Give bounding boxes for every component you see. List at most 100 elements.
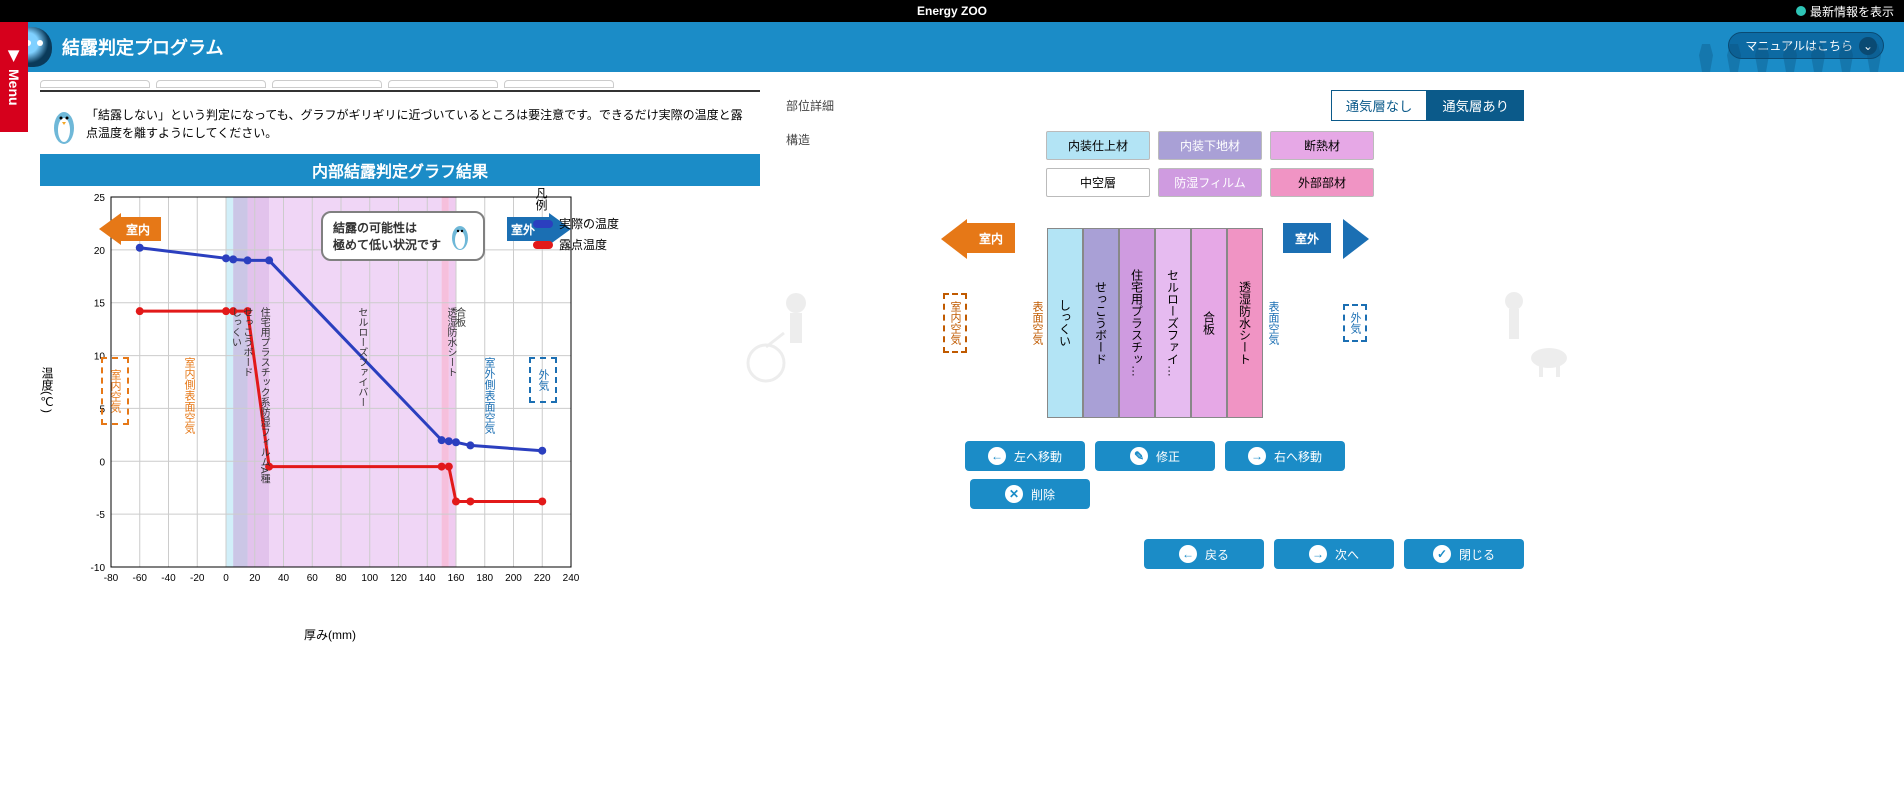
- close-icon: ✕: [1005, 485, 1023, 503]
- svg-text:-80: -80: [104, 573, 119, 584]
- right-panel: 部位詳細 通気層なし 通気層あり 構造 内装仕上材 内装下地材 断熱材 中空層 …: [770, 72, 1540, 804]
- next-button[interactable]: →次へ: [1274, 539, 1394, 569]
- y-axis-label: 温度(℃): [39, 367, 56, 413]
- svg-text:220: 220: [534, 573, 551, 584]
- delete-button[interactable]: ✕削除: [970, 479, 1090, 509]
- wall-layer[interactable]: しっくい: [1047, 228, 1083, 418]
- latest-info-label: 最新情報を表示: [1810, 3, 1894, 20]
- wall-layer[interactable]: 合板: [1191, 228, 1227, 418]
- edit-button[interactable]: ✎修正: [1095, 441, 1215, 471]
- menu-tab[interactable]: ▶ Menu: [0, 22, 28, 132]
- wall-layer[interactable]: 透湿防水シート: [1227, 228, 1263, 418]
- category-row: 中空層 防湿フィルム 外部部材: [1046, 168, 1524, 197]
- indoor-arrow: 室内: [967, 223, 1027, 253]
- tab[interactable]: [156, 80, 266, 88]
- svg-text:セルローズファイバー: セルローズファイバー: [356, 307, 368, 407]
- no-vent-toggle[interactable]: 通気層なし: [1331, 90, 1428, 121]
- x-axis-label: 厚み(mm): [100, 626, 560, 643]
- outside-air-box: 外気: [1343, 304, 1367, 342]
- outdoor-arrow-label: 室外: [511, 221, 535, 238]
- indoor-arrow-label: 室内: [126, 221, 150, 238]
- topbar-status[interactable]: 最新情報を表示: [1796, 3, 1894, 20]
- status-dot-icon: [1796, 6, 1806, 16]
- tab[interactable]: [272, 80, 382, 88]
- penguin-mascot-icon: [48, 106, 80, 146]
- section-detail-label: 部位詳細: [786, 97, 846, 114]
- svg-text:住宅用プラスチック系防湿フィルムA種: 住宅用プラスチック系防湿フィルムA種: [258, 306, 270, 485]
- legend-swatch-icon: [533, 220, 553, 228]
- menu-tab-label: Menu: [6, 69, 22, 106]
- move-left-button[interactable]: ←左へ移動: [965, 441, 1085, 471]
- chart-legend: 凡例 実際の温度 露点温度: [533, 187, 619, 253]
- note-text: 「結露しない」という判定になっても、グラフがギリギリに近づいているところは要注意…: [86, 106, 752, 146]
- category-chip[interactable]: 防湿フィルム: [1158, 168, 1262, 197]
- arrow-right-icon: →: [1309, 545, 1327, 563]
- vent-toggle-group: 通気層なし 通気層あり: [1331, 90, 1524, 121]
- app-title: Energy ZOO: [917, 4, 987, 18]
- svg-text:-20: -20: [190, 573, 205, 584]
- penguin-strip-decoration: [1696, 44, 1884, 72]
- check-icon: ✓: [1433, 545, 1451, 563]
- program-title: 結露判定プログラム: [62, 34, 223, 60]
- svg-text:しっくい: しっくい: [229, 307, 240, 347]
- svg-text:160: 160: [448, 573, 465, 584]
- svg-text:240: 240: [563, 573, 580, 584]
- wall-layer[interactable]: せっこうボード: [1083, 228, 1119, 418]
- svg-text:0: 0: [99, 457, 105, 468]
- triangle-icon: ▶: [6, 49, 22, 65]
- indoor-surface-region: 室内側表面空気: [181, 357, 197, 434]
- outside-air-region: 外気: [529, 357, 557, 403]
- arrow-left-icon: ←: [988, 447, 1006, 465]
- svg-text:0: 0: [223, 573, 229, 584]
- tabs-row: [40, 80, 760, 92]
- outdoor-arrow-label: 室外: [1283, 223, 1331, 253]
- info-note: 「結露しない」という判定になっても、グラフがギリギリに近づいているところは要注意…: [40, 98, 760, 154]
- svg-text:-10: -10: [91, 563, 106, 574]
- outdoor-surface-region: 室外側表面空気: [481, 357, 497, 434]
- with-vent-toggle[interactable]: 通気層あり: [1427, 90, 1524, 121]
- svg-text:-5: -5: [96, 510, 105, 521]
- category-chip[interactable]: 外部部材: [1270, 168, 1374, 197]
- legend-swatch-icon: [533, 241, 553, 249]
- legend-label: 露点温度: [559, 236, 607, 253]
- tab[interactable]: [504, 80, 614, 88]
- surface-air-out: 表面空気: [1263, 295, 1283, 351]
- move-right-button[interactable]: →右へ移動: [1225, 441, 1345, 471]
- tab[interactable]: [40, 80, 150, 88]
- close-button[interactable]: ✓閉じる: [1404, 539, 1524, 569]
- category-chip[interactable]: 断熱材: [1270, 131, 1374, 160]
- back-button[interactable]: ←戻る: [1144, 539, 1264, 569]
- person-indoor-icon: [746, 283, 826, 383]
- legend-item: 実際の温度: [533, 215, 619, 232]
- arrow-right-icon: →: [1248, 447, 1266, 465]
- category-chip[interactable]: 中空層: [1046, 168, 1150, 197]
- nav-actions: ←戻る →次へ ✓閉じる: [786, 539, 1524, 569]
- svg-text:-40: -40: [161, 573, 176, 584]
- svg-text:15: 15: [94, 299, 106, 310]
- chart-title: 内部結露判定グラフ結果: [40, 154, 760, 186]
- app-header: 結露判定プログラム マニュアルはこちら ⌄: [0, 22, 1904, 72]
- pencil-icon: ✎: [1130, 447, 1148, 465]
- svg-text:-60: -60: [133, 573, 148, 584]
- svg-text:60: 60: [307, 573, 319, 584]
- app-topbar: Energy ZOO 最新情報を表示: [0, 0, 1904, 22]
- category-chip[interactable]: 内装仕上材: [1046, 131, 1150, 160]
- left-panel: 「結露しない」という判定になっても、グラフがギリギリに近づいているところは要注意…: [0, 72, 770, 804]
- svg-text:200: 200: [505, 573, 522, 584]
- svg-text:140: 140: [419, 573, 436, 584]
- wall-layer[interactable]: セルローズファイ…: [1155, 228, 1191, 418]
- indoor-arrow-icon: [99, 213, 121, 245]
- tab[interactable]: [388, 80, 498, 88]
- svg-text:180: 180: [476, 573, 493, 584]
- layer-actions-2: ✕削除: [786, 479, 1524, 509]
- person-dog-outdoor-icon: [1484, 283, 1574, 383]
- svg-text:25: 25: [94, 193, 106, 204]
- structure-label: 構造: [786, 131, 846, 148]
- legend-title: 凡例: [533, 187, 550, 211]
- legend-label: 実際の温度: [559, 215, 619, 232]
- callout-text: 結露の可能性は 極めて低い状況です: [333, 219, 441, 253]
- wall-layer[interactable]: 住宅用プラスチッ…: [1119, 228, 1155, 418]
- chart-area: 温度(℃) 室内 室外 結露の可能性は 極めて低い状況です 室内空気 室内側表面…: [40, 186, 760, 626]
- indoor-air-region: 室内空気: [101, 357, 129, 425]
- category-chip[interactable]: 内装下地材: [1158, 131, 1262, 160]
